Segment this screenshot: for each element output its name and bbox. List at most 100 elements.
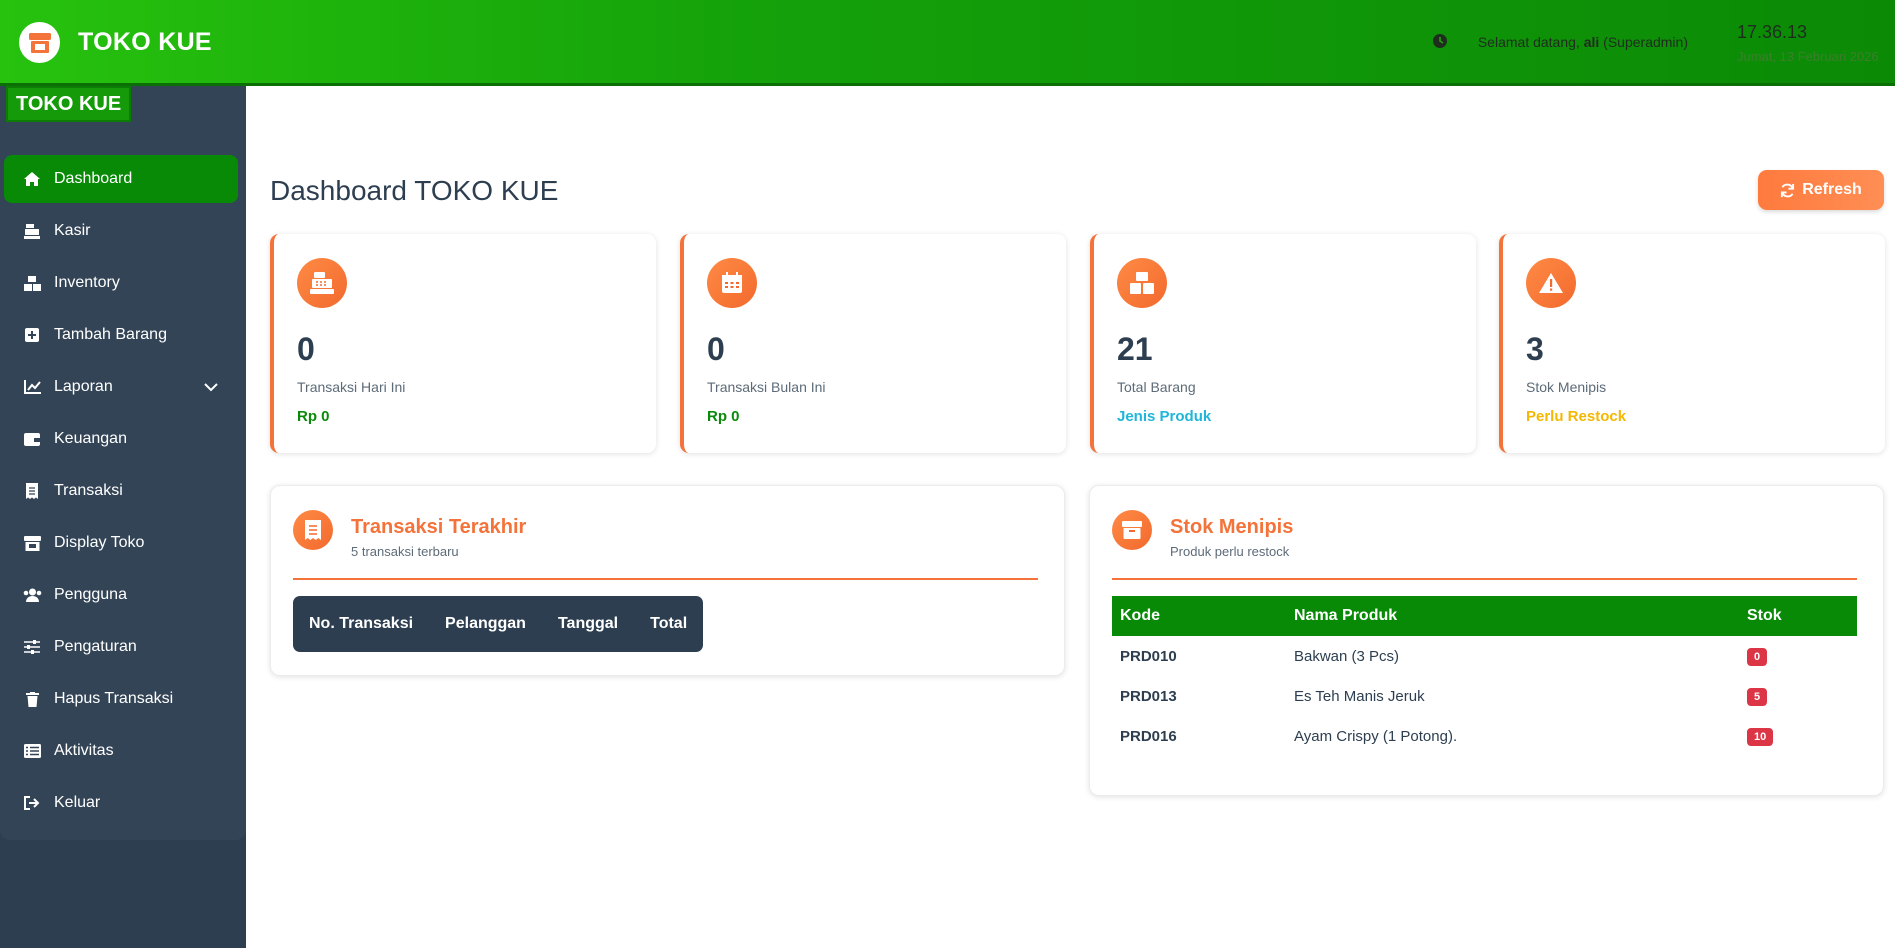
sidebar-item-pengguna[interactable]: Pengguna xyxy=(4,571,238,619)
sidebar-item-laporan[interactable]: Laporan xyxy=(4,363,238,411)
boxes-icon xyxy=(21,272,43,294)
low-stock-table: Kode Nama Produk Stok PRD010 Bakwan (3 P… xyxy=(1112,596,1857,756)
stat-value: 0 xyxy=(297,331,315,367)
table-row[interactable]: PRD010 Bakwan (3 Pcs) 0 xyxy=(1112,636,1857,676)
panel-title: Stok Menipis xyxy=(1170,516,1294,538)
stock-badge: 5 xyxy=(1747,687,1768,706)
stat-value: 0 xyxy=(707,331,725,367)
column-header[interactable]: Pelanggan xyxy=(445,615,526,633)
users-icon xyxy=(21,584,43,606)
sidebar-item-pengaturan[interactable]: Pengaturan xyxy=(4,623,238,671)
refresh-button[interactable]: Refresh xyxy=(1758,170,1884,210)
column-header[interactable]: No. Transaksi xyxy=(309,615,413,633)
column-header[interactable]: Total xyxy=(650,615,687,633)
chart-line-icon xyxy=(21,376,43,398)
transactions-table-header: No. Transaksi Pelanggan Tanggal Total xyxy=(293,596,704,652)
boxes-icon xyxy=(1117,258,1167,308)
stat-subvalue: Jenis Produk xyxy=(1117,408,1212,425)
sliders-icon xyxy=(21,636,43,658)
box-icon xyxy=(1112,510,1152,550)
panel-title: Transaksi Terakhir xyxy=(351,516,527,538)
stat-card-total-barang: 21 Total Barang Jenis Produk xyxy=(1090,234,1476,453)
stock-badge: 10 xyxy=(1747,727,1774,746)
receipt-icon xyxy=(293,510,333,550)
stat-subvalue: Rp 0 xyxy=(707,408,740,425)
sidebar-item-label: Pengaturan xyxy=(54,638,137,655)
product-name: Bakwan (3 Pcs) xyxy=(1294,647,1400,665)
user-role: (Superadmin) xyxy=(1603,34,1688,50)
column-header[interactable]: Stok xyxy=(1739,607,1857,625)
chevron-down-icon[interactable] xyxy=(204,379,218,397)
product-name: Es Teh Manis Jeruk xyxy=(1294,687,1425,705)
stat-label: Stok Menipis xyxy=(1526,379,1607,395)
sidebar-item-label: Keuangan xyxy=(54,430,127,447)
store-logo-icon xyxy=(19,22,60,63)
sidebar-item-label: Aktivitas xyxy=(54,742,114,759)
plus-square-icon xyxy=(21,324,43,346)
clock-date: Jumat, 13 Februari 2026 xyxy=(1737,49,1879,64)
panel-divider xyxy=(1112,578,1857,580)
sidebar-item-transaksi[interactable]: Transaksi xyxy=(4,467,238,515)
low-stock-panel: Stok Menipis Produk perlu restock Kode N… xyxy=(1089,485,1884,796)
product-code: PRD010 xyxy=(1120,647,1177,665)
sidebar-item-label: Tambah Barang xyxy=(54,326,167,343)
brand[interactable]: TOKO KUE xyxy=(19,22,212,63)
user-name: ali xyxy=(1583,34,1600,50)
wallet-icon xyxy=(21,428,43,450)
welcome-text: Selamat datang, ali (Superadmin) xyxy=(1478,34,1688,50)
stock-badge: 0 xyxy=(1747,647,1768,666)
sidebar-panel: TOKO KUE Dashboard Kasir Inventory Tamba… xyxy=(0,86,246,840)
receipt-icon xyxy=(21,480,43,502)
sidebar-item-aktivitas[interactable]: Aktivitas xyxy=(4,727,238,775)
refresh-label: Refresh xyxy=(1802,181,1862,198)
sign-out-icon xyxy=(21,792,43,814)
sidebar-item-tambah-barang[interactable]: Tambah Barang xyxy=(4,311,238,359)
list-icon xyxy=(21,740,43,762)
table-row[interactable]: PRD016 Ayam Crispy (1 Potong). 10 xyxy=(1112,716,1857,756)
sidebar-item-label: Inventory xyxy=(54,274,120,291)
clock-icon xyxy=(1432,33,1448,54)
sidebar-item-label: Pengguna xyxy=(54,586,127,603)
sidebar-item-hapus-transaksi[interactable]: Hapus Transaksi xyxy=(4,675,238,723)
welcome-prefix: Selamat datang, xyxy=(1477,34,1580,50)
sidebar-item-label: Transaksi xyxy=(54,482,123,499)
top-header: TOKO KUE Selamat datang, ali (Superadmin… xyxy=(0,0,1895,86)
refresh-icon xyxy=(1781,183,1795,197)
sidebar-item-label: Display Toko xyxy=(54,534,145,551)
product-name: Ayam Crispy (1 Potong). xyxy=(1294,727,1458,745)
column-header[interactable]: Nama Produk xyxy=(1286,607,1739,625)
stat-value: 3 xyxy=(1526,331,1544,367)
home-icon xyxy=(21,168,43,190)
table-header: Kode Nama Produk Stok xyxy=(1112,596,1857,636)
stat-card-stok-menipis: 3 Stok Menipis Perlu Restock xyxy=(1499,234,1885,453)
recent-transactions-panel: Transaksi Terakhir 5 transaksi terbaru N… xyxy=(270,485,1065,676)
sidebar-item-display-toko[interactable]: Display Toko xyxy=(4,519,238,567)
page-title: Dashboard TOKO KUE xyxy=(270,175,559,206)
panel-divider xyxy=(293,578,1038,580)
sidebar-item-label: Dashboard xyxy=(54,170,133,187)
cash-register-icon xyxy=(297,258,347,308)
table-row[interactable]: PRD013 Es Teh Manis Jeruk 5 xyxy=(1112,676,1857,716)
stat-card-transaksi-hari-ini: 0 Transaksi Hari Ini Rp 0 xyxy=(270,234,656,453)
sidebar-item-label: Hapus Transaksi xyxy=(54,690,174,707)
sidebar-item-inventory[interactable]: Inventory xyxy=(4,259,238,307)
clock-time: 17.36.13 xyxy=(1737,22,1808,42)
sidebar-item-keluar[interactable]: Keluar xyxy=(4,779,238,827)
sidebar-item-dashboard[interactable]: Dashboard xyxy=(4,155,238,203)
stat-label: Transaksi Bulan Ini xyxy=(707,379,826,395)
column-header[interactable]: Kode xyxy=(1112,607,1286,625)
trash-icon xyxy=(21,688,43,710)
stat-value: 21 xyxy=(1117,331,1153,367)
product-code: PRD013 xyxy=(1120,687,1177,705)
stat-label: Total Barang xyxy=(1117,379,1196,395)
store-icon xyxy=(21,532,43,554)
stat-subvalue: Rp 0 xyxy=(297,408,330,425)
sidebar-item-label: Kasir xyxy=(54,222,91,239)
calendar-icon xyxy=(707,258,757,308)
column-header[interactable]: Tanggal xyxy=(558,615,618,633)
panel-subtitle: Produk perlu restock xyxy=(1170,544,1290,559)
sidebar-item-kasir[interactable]: Kasir xyxy=(4,207,238,255)
sidebar-item-keuangan[interactable]: Keuangan xyxy=(4,415,238,463)
sidebar-item-label: Laporan xyxy=(54,378,113,395)
cash-register-icon xyxy=(21,220,43,242)
